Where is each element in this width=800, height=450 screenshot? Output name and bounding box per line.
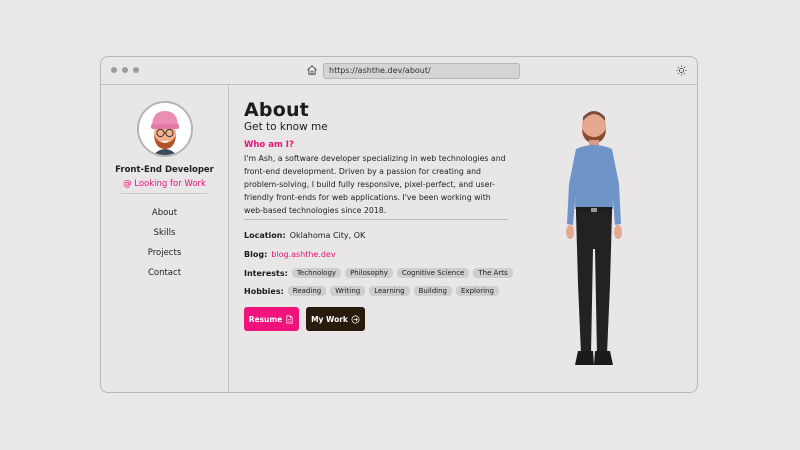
blog-row: Blog: blog.ashthe.dev (244, 250, 336, 259)
interest-tag: Technology (291, 268, 342, 278)
location-label: Location: (244, 231, 286, 240)
page-title: About (244, 99, 309, 121)
role-title: Front-End Developer (115, 165, 214, 175)
hobby-tag: Building (413, 286, 452, 296)
location-row: Location: Oklahoma City, OK (244, 231, 365, 240)
browser-window: https://ashthe.dev/about/ Front-End Deve… (100, 56, 698, 393)
sun-icon[interactable] (676, 65, 687, 76)
interest-tag: The Arts (473, 268, 513, 278)
interest-tag: Cognitive Science (396, 268, 470, 278)
blog-label: Blog: (244, 250, 268, 259)
arrow-circle-right-icon (351, 315, 360, 323)
status-link[interactable]: @ Looking for Work (101, 179, 228, 189)
location-value: Oklahoma City, OK (289, 231, 366, 240)
sidebar: Front-End Developer @ Looking for Work A… (101, 85, 229, 392)
sidebar-nav: About Skills Projects Contact (101, 203, 228, 283)
document-icon (286, 315, 293, 323)
bio-paragraph: I'm Ash, a software developer specializi… (244, 154, 506, 215)
resume-button-label: Resume (248, 314, 283, 324)
memoji-avatar-icon (139, 103, 191, 155)
interest-tag: Philosophy (345, 268, 393, 278)
browser-titlebar: https://ashthe.dev/about/ (101, 57, 697, 85)
home-icon[interactable] (306, 64, 318, 76)
interests-row: Interests: Technology Philosophy Cogniti… (244, 268, 513, 278)
window-dot-close[interactable] (111, 67, 117, 73)
nav-item-about[interactable]: About (101, 203, 228, 223)
sidebar-divider (121, 193, 207, 194)
window-dot-maximize[interactable] (133, 67, 139, 73)
avatar (137, 101, 193, 157)
hobbies-label: Hobbies: (244, 286, 284, 296)
nav-item-projects[interactable]: Projects (101, 243, 228, 263)
my-work-button[interactable]: My Work (306, 307, 365, 331)
character-model-illustration (566, 111, 622, 365)
my-work-button-label: My Work (311, 314, 348, 324)
blog-link[interactable]: blog.ashthe.dev (271, 250, 335, 259)
window-dot-minimize[interactable] (122, 67, 128, 73)
resume-button[interactable]: Resume (244, 307, 299, 331)
nav-item-skills[interactable]: Skills (101, 223, 228, 243)
hobby-tag: Learning (369, 286, 410, 296)
window-controls (111, 67, 139, 73)
hobby-tag: Reading (287, 286, 327, 296)
interests-label: Interests: (244, 268, 288, 278)
who-am-i-heading: Who am I? (244, 140, 294, 150)
hobby-tag: Exploring (456, 286, 499, 296)
address-bar[interactable]: https://ashthe.dev/about/ (323, 63, 520, 79)
page-subtitle: Get to know me (244, 121, 328, 133)
nav-item-contact[interactable]: Contact (101, 263, 228, 283)
hobbies-row: Hobbies: Reading Writing Learning Buildi… (244, 286, 499, 296)
hobby-tag: Writing (330, 286, 366, 296)
content-divider (244, 219, 508, 220)
